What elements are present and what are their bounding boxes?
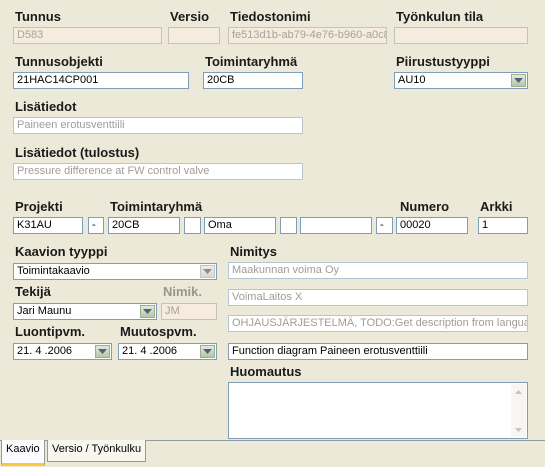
nimik-label: Nimik. — [163, 284, 203, 299]
chevron-down-icon[interactable] — [511, 74, 526, 87]
muutospvm-value: 21. 4 .2006 — [122, 345, 178, 357]
tiedostonimi-label: Tiedostonimi — [230, 9, 311, 24]
tekija-label: Tekijä — [15, 284, 51, 299]
huomautus-textarea[interactable] — [228, 382, 528, 439]
versio-label: Versio — [170, 9, 210, 24]
luontipvm-value: 21. 4 .2006 — [17, 345, 73, 357]
projekti-label: Projekti — [15, 199, 63, 214]
tekija-select[interactable]: Jari Maunu — [13, 303, 157, 320]
separator-field-2[interactable]: - — [376, 217, 393, 234]
kaavion-tyyppi-select[interactable]: Toimintakaavio — [13, 263, 217, 280]
scroll-up-arrow-icon[interactable] — [511, 384, 526, 399]
projekti-field[interactable]: K31AU — [13, 217, 83, 234]
tyonkulun-tila-field[interactable] — [394, 27, 528, 44]
toimintaryhma-label: Toimintaryhmä — [205, 54, 298, 69]
tab-versio-tyonkulku[interactable]: Versio / Työnkulku — [47, 440, 147, 462]
huomautus-label: Huomautus — [230, 364, 302, 379]
lisatiedot-field[interactable]: Paineen erotusventtiili — [13, 117, 303, 134]
luontipvm-datepicker[interactable]: 21. 4 .2006 — [13, 343, 112, 360]
chevron-down-icon[interactable] — [140, 305, 155, 318]
luontipvm-label: Luontipvm. — [15, 324, 86, 339]
nimitys-field-4[interactable]: Function diagram Paineen erotusventtiili — [228, 343, 528, 360]
piirustustyyppi-label: Piirustustyyppi — [396, 54, 490, 69]
toimintaryhma2-label: Toimintaryhmä — [110, 199, 203, 214]
lisatiedot-tulostus-field[interactable]: Pressure difference at FW control valve — [13, 163, 303, 180]
numero-label: Numero — [400, 199, 450, 214]
oma-field[interactable]: Oma — [204, 217, 276, 234]
tekija-value: Jari Maunu — [17, 305, 72, 317]
chevron-down-icon[interactable] — [200, 265, 215, 278]
blank-field-1[interactable] — [184, 217, 201, 234]
tab-kaavio[interactable]: Kaavio — [1, 440, 45, 466]
piirustustyyppi-value: AU10 — [398, 74, 426, 86]
huomautus-scrollbar[interactable] — [511, 384, 526, 437]
versio-field[interactable] — [168, 27, 220, 44]
chevron-down-icon[interactable] — [200, 345, 215, 358]
muutospvm-label: Muutospvm. — [120, 324, 197, 339]
kaavion-tyyppi-value: Toimintakaavio — [17, 265, 90, 277]
lisatiedot-tulostus-label: Lisätiedot (tulostus) — [15, 145, 140, 160]
tunnusobjekti-label: Tunnusobjekti — [15, 54, 103, 69]
tab-strip: Kaavio Versio / Työnkulku — [0, 440, 545, 467]
tunnus-field[interactable]: D583 — [13, 27, 162, 44]
tunnusobjekti-field[interactable]: 21HAC14CP001 — [13, 72, 189, 89]
kaavion-tyyppi-label: Kaavion tyyppi — [15, 244, 108, 259]
muutospvm-datepicker[interactable]: 21. 4 .2006 — [118, 343, 217, 360]
nimik-field[interactable]: JM — [161, 303, 217, 320]
nimitys-field-3[interactable]: OHJAUSJÄRJESTELMÄ, TODO:Get description … — [228, 315, 528, 332]
scroll-down-arrow-icon[interactable] — [511, 422, 526, 437]
nimitys-field-1[interactable]: Maakunnan voima Oy — [228, 262, 528, 279]
nimitys-label: Nimitys — [230, 244, 277, 259]
toimintaryhma2-field[interactable]: 20CB — [108, 217, 180, 234]
arkki-field[interactable]: 1 — [478, 217, 528, 234]
blank-field-2[interactable] — [280, 217, 297, 234]
tyonkulun-tila-label: Työnkulun tila — [396, 9, 484, 24]
arkki-label: Arkki — [480, 199, 513, 214]
blank-field-3[interactable] — [300, 217, 372, 234]
nimitys-field-2[interactable]: VoimaLaitos X — [228, 289, 528, 306]
chevron-down-icon[interactable] — [95, 345, 110, 358]
toimintaryhma-field[interactable]: 20CB — [203, 72, 303, 89]
lisatiedot-label: Lisätiedot — [15, 99, 77, 114]
tiedostonimi-field[interactable]: fe513d1b-ab79-4e76-b960-a0c8 — [228, 27, 387, 44]
tunnus-label: Tunnus — [15, 9, 61, 24]
piirustustyyppi-select[interactable]: AU10 — [394, 72, 528, 89]
separator-field-1[interactable]: - — [88, 217, 104, 234]
numero-field[interactable]: 00020 — [396, 217, 468, 234]
